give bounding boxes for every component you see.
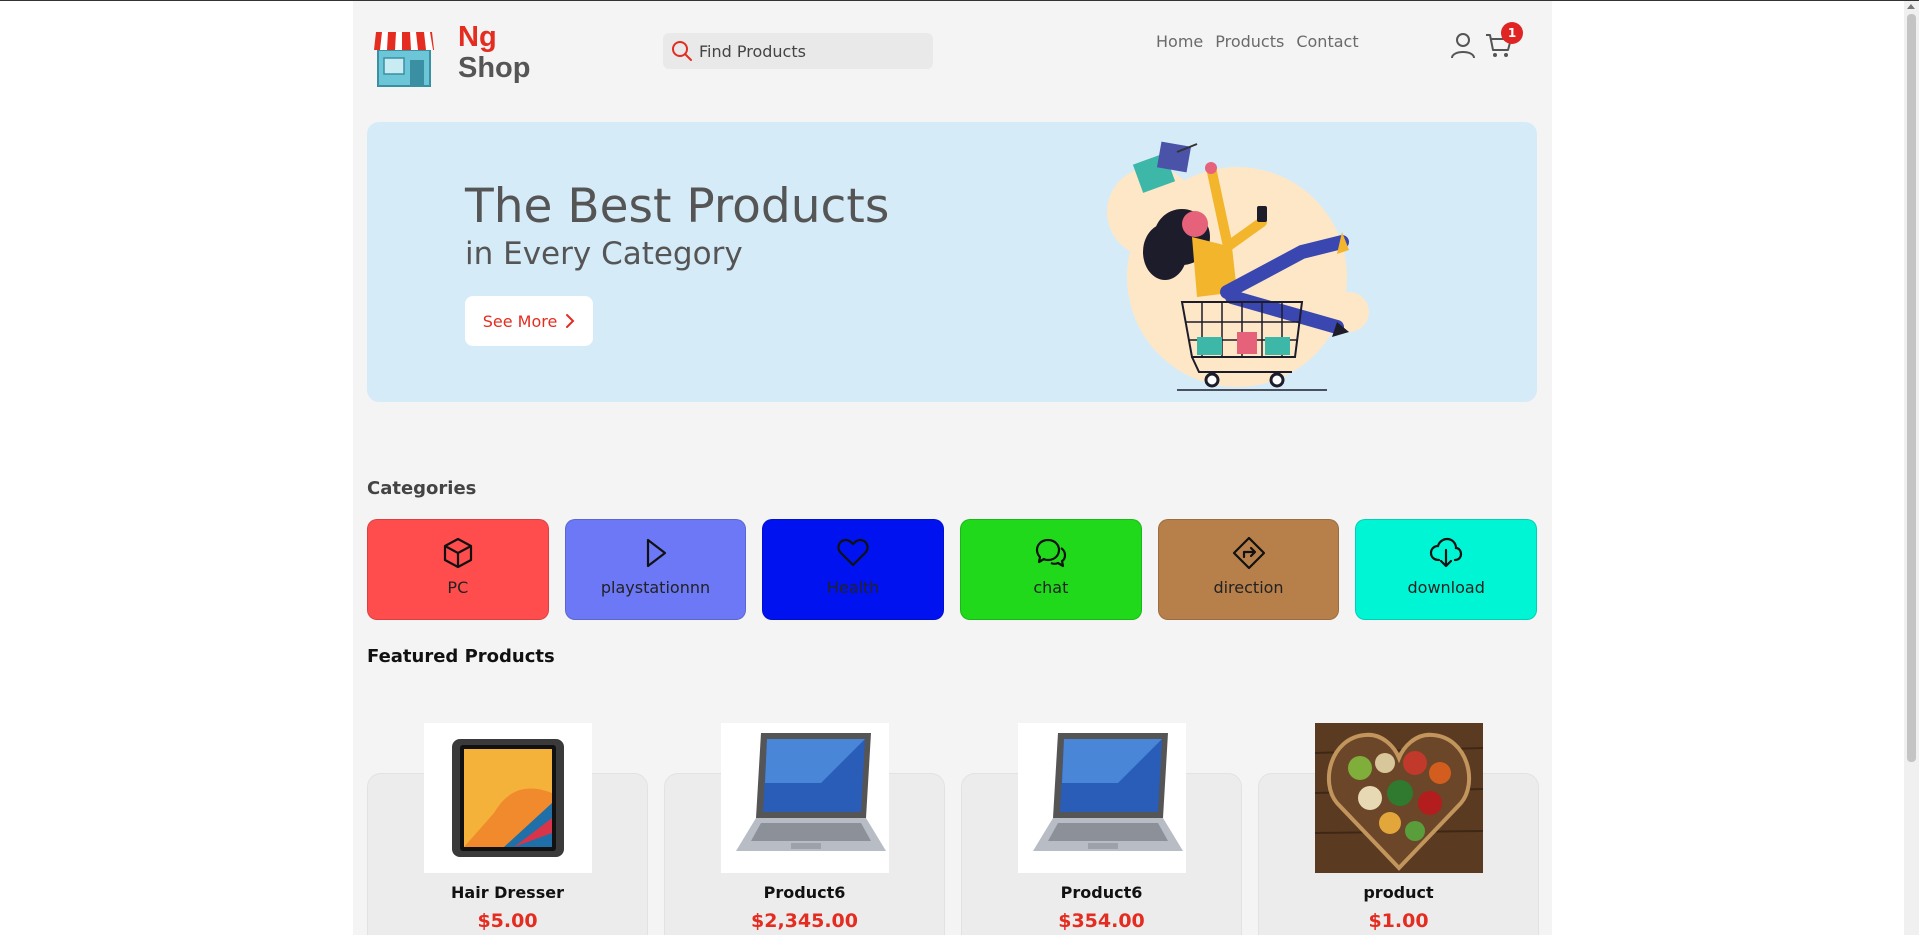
- hero-banner: The Best Products in Every Category See …: [367, 122, 1537, 402]
- shop-logo[interactable]: Ng Shop: [374, 22, 531, 88]
- nav-home-link[interactable]: Home: [1156, 32, 1203, 51]
- shopping-cart-illustration: [1107, 141, 1369, 391]
- product-price: $2,345.00: [751, 910, 858, 932]
- hero-subtitle: in Every Category: [465, 236, 743, 272]
- category-label: direction: [1213, 578, 1284, 597]
- category-label: chat: [1033, 578, 1069, 597]
- nav-products-link[interactable]: Products: [1215, 32, 1284, 51]
- product-name: Product6: [1060, 883, 1143, 902]
- page-container: Ng Shop Home Products Contact 1 The Best…: [353, 1, 1552, 935]
- search-input[interactable]: [699, 33, 924, 69]
- box-icon: [443, 537, 472, 569]
- product-name: Hair Dresser: [451, 883, 564, 902]
- logo-shop-text: Shop: [458, 52, 531, 84]
- product-price: $1.00: [1368, 910, 1429, 932]
- category-playstation[interactable]: playstationnn: [564, 519, 747, 620]
- main-nav: Home Products Contact: [1156, 32, 1359, 51]
- store-icon: [374, 32, 434, 87]
- category-chat[interactable]: chat: [960, 519, 1142, 620]
- chevron-right-icon: [566, 314, 575, 328]
- category-label: playstationnn: [600, 578, 711, 597]
- search-bar: [663, 33, 933, 69]
- see-more-button[interactable]: See More: [465, 296, 593, 346]
- direction-icon: [1232, 536, 1265, 570]
- logo-ng-text: Ng: [458, 21, 497, 53]
- cart-count-badge: 1: [1501, 22, 1523, 44]
- category-label: download: [1407, 578, 1485, 597]
- product-price: $5.00: [477, 910, 538, 932]
- food-bowl-image[interactable]: [1314, 723, 1484, 873]
- laptop-image[interactable]: [721, 723, 889, 873]
- user-icon[interactable]: [1449, 31, 1477, 59]
- scrollbar-thumb[interactable]: [1907, 14, 1916, 762]
- category-pc[interactable]: PC: [367, 519, 549, 620]
- play-icon: [646, 538, 666, 568]
- category-label: PC: [447, 578, 469, 597]
- cloud-download-icon: [1430, 537, 1463, 568]
- hero-title: The Best Products: [465, 179, 890, 234]
- category-health[interactable]: Health: [762, 519, 945, 620]
- category-download[interactable]: download: [1355, 519, 1538, 620]
- chat-icon: [1035, 538, 1066, 568]
- laptop-image[interactable]: [1018, 723, 1186, 873]
- scroll-up-icon[interactable]: [1907, 4, 1915, 9]
- heart-icon: [837, 538, 869, 567]
- category-label: Health: [826, 578, 880, 597]
- categories-list: PC playstationnn Health chat direction d…: [367, 519, 1538, 620]
- categories-heading: Categories: [367, 478, 477, 499]
- search-icon[interactable]: [671, 40, 693, 62]
- see-more-label: See More: [482, 311, 558, 331]
- category-direction[interactable]: direction: [1157, 519, 1340, 620]
- nav-contact-link[interactable]: Contact: [1296, 32, 1358, 51]
- featured-products-heading: Featured Products: [367, 646, 555, 667]
- product-name: Product6: [763, 883, 846, 902]
- product-price: $354.00: [1058, 910, 1145, 932]
- product-name: product: [1363, 883, 1434, 902]
- tablet-image[interactable]: [424, 723, 592, 873]
